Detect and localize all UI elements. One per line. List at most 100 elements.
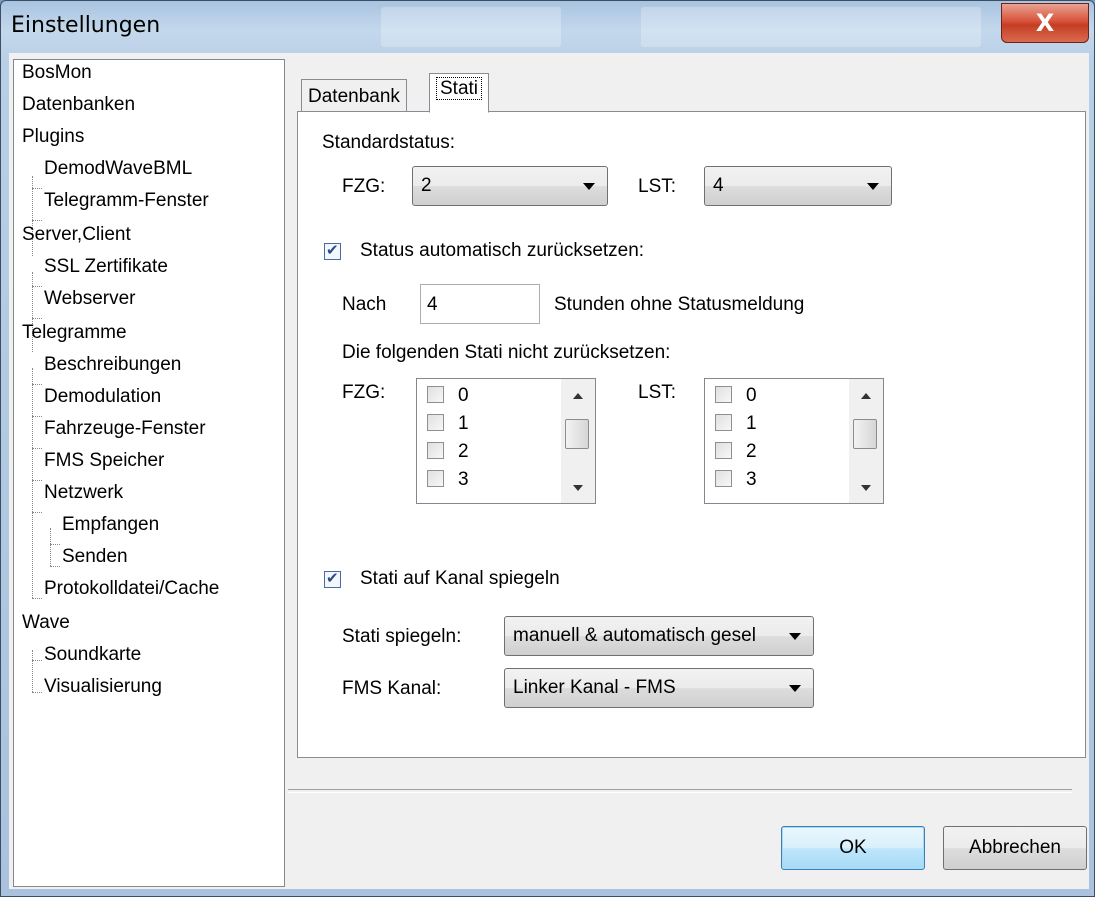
auto-reset-checkbox[interactable] [324, 241, 341, 260]
tree-item-protokolldatei-cache[interactable]: Protokolldatei/Cache [44, 578, 219, 600]
separator [288, 789, 1072, 793]
background-title-ghost [381, 7, 561, 47]
tab-stati[interactable]: Stati [429, 73, 490, 113]
tree-item-server-client[interactable]: Server,Client [22, 224, 131, 246]
tree-item-netzwerk[interactable]: Netzwerk [44, 482, 123, 504]
list-item-label: 3 [458, 469, 469, 490]
tree-item-telegramme[interactable]: Telegramme [22, 322, 127, 344]
tree-item-plugins[interactable]: Plugins [22, 126, 84, 148]
list-item[interactable]: 2 [715, 441, 757, 463]
tree-item-soundkarte[interactable]: Soundkarte [44, 644, 141, 666]
list-checkbox[interactable] [427, 386, 444, 403]
settings-tree[interactable]: BosMon Datenbanken Plugins DemodWaveBML … [13, 59, 285, 887]
ok-button[interactable]: OK [781, 826, 925, 870]
tree-item-wave[interactable]: Wave [22, 612, 70, 634]
list-item-label: 3 [746, 469, 757, 490]
tree-item-visualisierung[interactable]: Visualisierung [44, 676, 162, 698]
scroll-thumb[interactable] [853, 419, 877, 449]
list-item[interactable]: 1 [427, 413, 469, 435]
tree-item-bosmon[interactable]: BosMon [22, 62, 92, 84]
list-item[interactable]: 2 [427, 441, 469, 463]
tree-connector [32, 650, 33, 692]
tree-item-telegramm-fenster[interactable]: Telegramm-Fenster [44, 190, 209, 212]
exclude-fzg-list[interactable]: 0 1 2 3 [416, 378, 596, 504]
fms-channel-select[interactable]: Linker Kanal - FMS [504, 668, 814, 708]
list-item-label: 0 [458, 385, 469, 406]
stati-tab-panel: Standardstatus: FZG: 2 LST: 4 Status aut… [297, 111, 1086, 758]
list-item[interactable]: 3 [427, 469, 469, 491]
tree-item-ssl-zertifikate[interactable]: SSL Zertifikate [44, 256, 168, 278]
scroll-thumb[interactable] [565, 419, 589, 449]
standard-fzg-select[interactable]: 2 [412, 166, 608, 206]
tree-item-empfangen[interactable]: Empfangen [62, 514, 159, 536]
list-item[interactable]: 1 [715, 413, 757, 435]
mirror-label: Stati auf Kanal spiegeln [360, 568, 560, 589]
tree-item-datenbanken[interactable]: Datenbanken [22, 94, 135, 116]
list-checkbox[interactable] [715, 442, 732, 459]
tree-connector [32, 368, 33, 598]
tab-datenbank[interactable]: Datenbank [301, 79, 407, 112]
exclude-lst-list[interactable]: 0 1 2 3 [704, 378, 884, 504]
settings-window: Einstellungen X BosMon Datenbanken Plugi… [0, 0, 1095, 897]
tree-connector [50, 528, 51, 566]
scroll-down-icon[interactable] [861, 485, 871, 491]
scroll-up-icon[interactable] [861, 393, 871, 399]
chevron-down-icon [789, 685, 801, 692]
tree-item-demodwavebml[interactable]: DemodWaveBML [44, 158, 192, 180]
close-button[interactable]: X [1001, 3, 1089, 43]
exclude-lst-label: LST: [638, 382, 677, 403]
standard-fzg-label: FZG: [342, 176, 386, 197]
list-checkbox[interactable] [715, 470, 732, 487]
tree-connector [32, 318, 42, 319]
list-item[interactable]: 3 [715, 469, 757, 491]
nach-label: Nach [342, 294, 387, 315]
list-checkbox[interactable] [427, 470, 444, 487]
mirror-mode-select[interactable]: manuell & automatisch gesel [504, 616, 814, 656]
list-item-label: 2 [458, 441, 469, 462]
tree-connector [32, 416, 42, 417]
cancel-button[interactable]: Abbrechen [943, 826, 1087, 870]
standard-lst-label: LST: [638, 176, 677, 197]
tree-connector [32, 660, 42, 661]
tree-item-senden[interactable]: Senden [62, 546, 128, 568]
tree-item-fahrzeuge-fenster[interactable]: Fahrzeuge-Fenster [44, 418, 206, 440]
list-checkbox[interactable] [715, 386, 732, 403]
tree-item-demodulation[interactable]: Demodulation [44, 386, 161, 408]
scrollbar[interactable] [561, 379, 595, 503]
mirror-checkbox[interactable] [324, 569, 341, 588]
close-icon: X [1035, 9, 1055, 37]
fms-channel-value: Linker Kanal - FMS [513, 677, 676, 698]
tree-connector [32, 480, 42, 481]
list-item[interactable]: 0 [715, 385, 757, 407]
background-title-ghost [641, 7, 981, 47]
list-item-label: 2 [746, 441, 757, 462]
list-item-label: 1 [746, 413, 757, 434]
tree-connector [32, 598, 42, 599]
exclude-heading: Die folgenden Stati nicht zurücksetzen: [342, 342, 671, 363]
tree-item-beschreibungen[interactable]: Beschreibungen [44, 354, 181, 376]
chevron-down-icon [867, 183, 879, 190]
tree-item-fms-speicher[interactable]: FMS Speicher [44, 450, 164, 472]
tree-connector [32, 692, 42, 693]
scroll-down-icon[interactable] [573, 485, 583, 491]
chevron-down-icon [789, 633, 801, 640]
standard-lst-select[interactable]: 4 [704, 166, 892, 206]
standardstatus-heading: Standardstatus: [322, 132, 456, 153]
tree-connector [32, 286, 42, 287]
tree-item-webserver[interactable]: Webserver [44, 288, 136, 310]
chevron-down-icon [583, 183, 595, 190]
list-checkbox[interactable] [427, 442, 444, 459]
scrollbar[interactable] [849, 379, 883, 503]
tree-connector [32, 448, 42, 449]
list-item[interactable]: 0 [427, 385, 469, 407]
tree-connector [32, 220, 42, 221]
list-checkbox[interactable] [715, 414, 732, 431]
fms-channel-label: FMS Kanal: [342, 678, 442, 699]
hours-value: 4 [427, 294, 438, 315]
window-title: Einstellungen [11, 13, 161, 38]
hours-input[interactable]: 4 [420, 284, 540, 324]
scroll-up-icon[interactable] [573, 393, 583, 399]
list-checkbox[interactable] [427, 414, 444, 431]
list-item-label: 0 [746, 385, 757, 406]
tab-stati-label: Stati [436, 77, 483, 100]
